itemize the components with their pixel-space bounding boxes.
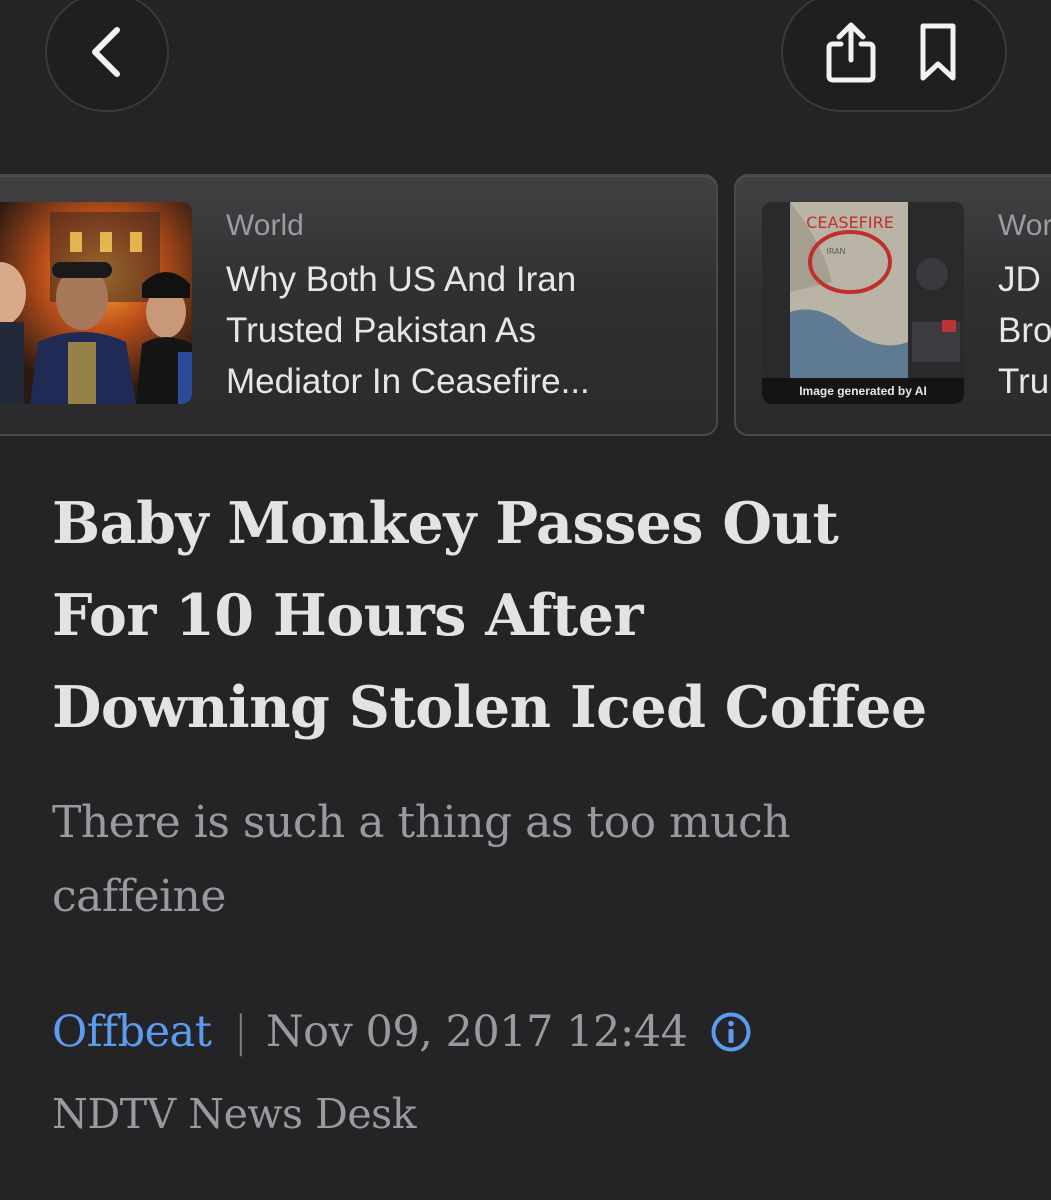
article-author[interactable]: NDTV News Desk xyxy=(52,1084,417,1144)
subhead-line: caffeine xyxy=(52,871,226,922)
article-subheadline: There is such a thing as too much caffei… xyxy=(52,786,982,934)
headline-line: For 10 Hours After xyxy=(52,582,644,649)
related-article-text: World Why Both US And Iran Trusted Pakis… xyxy=(226,204,696,407)
headline-line: Downing Stolen Iced Coffee xyxy=(52,674,927,741)
related-article-title: Why Both US And Iran Trusted Pakistan As… xyxy=(226,254,696,407)
article-thumbnail: CEASEFIRE IRAN Image generated by AI xyxy=(762,202,964,404)
title-line: Trusted Pakistan As xyxy=(226,311,536,350)
related-article-category: World xyxy=(998,209,1051,242)
article-actions xyxy=(781,0,1007,112)
related-article-title: JD Bro Tru xyxy=(998,254,1051,407)
title-line: Bro xyxy=(998,311,1051,350)
title-line: Tru xyxy=(998,362,1050,401)
thumb-map-label: CEASEFIRE xyxy=(806,213,894,232)
publish-date: Nov 09, 2017 12:44 xyxy=(265,1007,688,1057)
category-link[interactable]: Offbeat xyxy=(52,1007,212,1057)
article-thumbnail xyxy=(0,202,192,404)
related-article-category: World xyxy=(226,209,304,242)
bookmark-icon xyxy=(920,23,955,81)
chevron-left-icon xyxy=(92,27,120,77)
share-icon xyxy=(826,22,875,83)
info-button[interactable] xyxy=(710,1011,752,1053)
bookmark-button[interactable] xyxy=(898,12,978,92)
article-headline: Baby Monkey Passes Out For 10 Hours Afte… xyxy=(52,478,1012,754)
thumb-caption: Image generated by AI xyxy=(799,384,927,398)
related-article-text: World JD Bro Tru xyxy=(998,204,1051,407)
meta-separator: | xyxy=(233,1007,248,1057)
related-article-card[interactable]: CEASEFIRE IRAN Image generated by AI Wor… xyxy=(734,174,1051,436)
info-icon xyxy=(711,1012,751,1052)
title-line: JD xyxy=(998,260,1041,299)
subhead-line: There is such a thing as too much xyxy=(52,797,791,848)
thumb-map-sublabel: IRAN xyxy=(826,247,845,256)
share-button[interactable] xyxy=(811,12,891,92)
title-line: Mediator In Ceasefire... xyxy=(226,362,590,401)
headline-line: Baby Monkey Passes Out xyxy=(52,490,839,557)
back-button[interactable] xyxy=(45,0,169,112)
title-line: Why Both US And Iran xyxy=(226,260,577,299)
related-article-card[interactable]: World Why Both US And Iran Trusted Pakis… xyxy=(0,174,718,436)
article-meta: Offbeat | Nov 09, 2017 12:44 xyxy=(52,1000,752,1064)
